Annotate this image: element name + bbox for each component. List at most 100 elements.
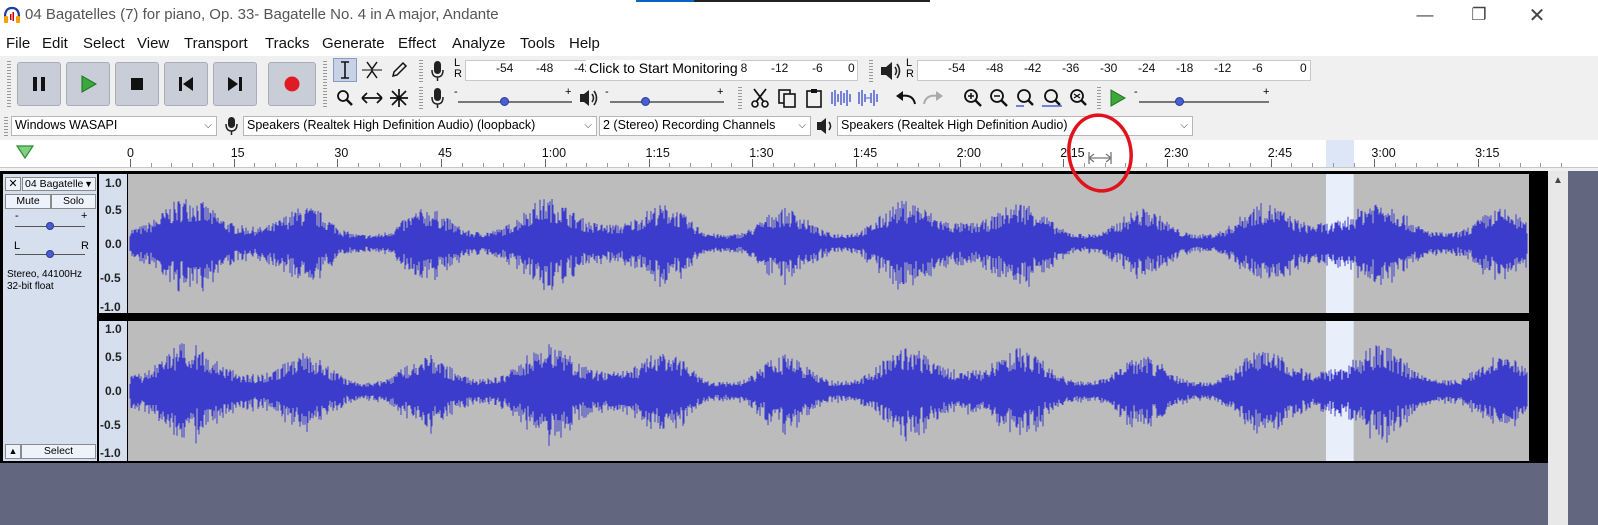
scale-label: -1.0 xyxy=(100,446,121,460)
ruler-tick-mark xyxy=(855,159,857,167)
paste-button[interactable] xyxy=(802,86,826,110)
skip-to-start-button[interactable] xyxy=(164,62,208,106)
menu-select[interactable]: Select xyxy=(83,35,125,52)
silence-audio-button[interactable] xyxy=(856,86,880,110)
audio-host-select[interactable]: Windows WASAPI ⌵ xyxy=(11,116,217,136)
recording-meter[interactable]: -54 -48 -42 18 -12 -6 0 Click to Start M… xyxy=(465,60,858,81)
gain-knob[interactable] xyxy=(46,222,54,230)
playback-device-select[interactable]: Speakers (Realtek High Definition Audio)… xyxy=(837,116,1193,136)
mixer-toolbar-grip[interactable] xyxy=(419,87,423,109)
ruler-minor-tick xyxy=(1395,163,1397,167)
audacity-logo-icon xyxy=(3,6,21,23)
timeline-ruler[interactable]: 0 15 30 45 1:00 1:15 1:30 1:45 2:00 2:15 2:30 2:45 3… xyxy=(0,140,1598,168)
vertical-scrollbar[interactable]: ▲ xyxy=(1548,171,1568,525)
play-at-speed-knob[interactable] xyxy=(1175,97,1184,106)
multi-tool-button[interactable] xyxy=(387,86,411,110)
pencil-icon xyxy=(391,61,408,78)
copy-icon xyxy=(778,89,796,108)
copy-button[interactable] xyxy=(775,86,799,110)
transport-toolbar-grip[interactable] xyxy=(7,61,11,107)
redo-button[interactable] xyxy=(921,86,945,110)
maximize-button[interactable]: ❐ xyxy=(1456,0,1502,30)
play-at-speed-grip[interactable] xyxy=(1097,87,1101,109)
gain-slider[interactable] xyxy=(15,222,85,230)
close-track-button[interactable]: ✕ xyxy=(5,177,21,191)
skip-to-end-button[interactable] xyxy=(213,62,257,106)
undo-button[interactable] xyxy=(894,86,918,110)
menu-edit[interactable]: Edit xyxy=(42,35,68,52)
silence-icon xyxy=(858,90,878,106)
zoom-tool-button[interactable] xyxy=(333,86,357,110)
edit-toolbar-grip[interactable] xyxy=(738,87,742,109)
trim-audio-button[interactable] xyxy=(829,86,853,110)
restore-icon: ❐ xyxy=(1471,5,1487,24)
zoom-toggle-button[interactable] xyxy=(1067,86,1091,110)
ruler-minor-tick xyxy=(503,163,505,167)
time-shift-tool-button[interactable] xyxy=(360,86,384,110)
start-monitoring-label[interactable]: Click to Start Monitoring xyxy=(586,60,741,76)
meter-tick: -42 xyxy=(1024,61,1042,75)
record-volume-slider[interactable] xyxy=(458,97,572,106)
record-button[interactable] xyxy=(268,62,316,106)
minimize-button[interactable]: — xyxy=(1402,0,1448,30)
zoom-out-button[interactable] xyxy=(987,86,1011,110)
ruler-minor-tick xyxy=(1021,163,1023,167)
vertical-scale-left-channel[interactable]: 1.0 0.5 0.0 -0.5 -1.0 xyxy=(99,174,127,314)
draw-tool-button[interactable] xyxy=(387,58,411,82)
selection-tool-button[interactable] xyxy=(333,58,357,82)
ruler-minor-tick xyxy=(192,163,194,167)
menu-tracks[interactable]: Tracks xyxy=(265,35,309,52)
ruler-minor-tick xyxy=(378,163,380,167)
pause-button[interactable] xyxy=(17,62,61,106)
trim-icon xyxy=(831,90,851,106)
envelope-tool-button[interactable] xyxy=(360,58,384,82)
fit-project-button[interactable] xyxy=(1040,86,1064,110)
ruler-minor-tick xyxy=(918,163,919,167)
record-meter-grip[interactable] xyxy=(419,60,423,84)
solo-button[interactable]: Solo xyxy=(51,194,96,209)
waveform-display[interactable] xyxy=(128,174,1529,461)
track-control-panel: ✕ 04 Bagatelle ▼ Mute Solo - + L R Stere… xyxy=(3,174,97,461)
cut-button[interactable] xyxy=(748,86,772,110)
meter-tick: -54 xyxy=(496,61,514,75)
pan-slider[interactable] xyxy=(15,250,85,258)
scroll-up-arrow-icon[interactable]: ▲ xyxy=(1553,175,1563,186)
recording-channels-select[interactable]: 2 (Stereo) Recording Channels ⌵ xyxy=(599,116,811,136)
select-track-button[interactable]: Select xyxy=(21,444,96,459)
ruler-minor-tick xyxy=(586,163,588,167)
menu-analyze[interactable]: Analyze xyxy=(452,35,505,52)
recording-device-select[interactable]: Speakers (Realtek High Definition Audio)… xyxy=(243,116,597,136)
zoom-in-button[interactable] xyxy=(961,86,985,110)
play-at-speed-button[interactable] xyxy=(1105,86,1129,110)
collapse-track-button[interactable]: ▲ xyxy=(5,444,21,459)
menu-view[interactable]: View xyxy=(137,35,169,52)
playback-meter-grip[interactable] xyxy=(869,60,873,84)
stop-button[interactable] xyxy=(115,62,159,106)
track-sample-rate: Stereo, 44100Hz xyxy=(7,269,83,280)
record-volume-knob[interactable] xyxy=(499,97,509,106)
ruler-tick-mark xyxy=(1270,159,1272,167)
playback-meter[interactable]: -54 -48 -42 -36 -30 -24 -18 -12 -6 0 xyxy=(917,60,1311,81)
play-at-speed-slider[interactable] xyxy=(1139,97,1269,106)
menu-help[interactable]: Help xyxy=(569,35,600,52)
menu-effect[interactable]: Effect xyxy=(398,35,436,52)
ruler-minor-tick xyxy=(1457,163,1459,167)
menu-tools[interactable]: Tools xyxy=(520,35,555,52)
scale-label: -0.5 xyxy=(100,271,121,285)
tools-toolbar-grip[interactable] xyxy=(323,61,327,107)
menu-file[interactable]: File xyxy=(6,35,30,52)
scale-label: 0.0 xyxy=(105,237,122,251)
play-button[interactable] xyxy=(66,62,110,106)
mute-button[interactable]: Mute xyxy=(5,194,51,209)
menu-generate[interactable]: Generate xyxy=(322,35,385,52)
device-toolbar-grip[interactable] xyxy=(4,117,8,137)
pan-knob[interactable] xyxy=(46,250,54,258)
fit-project-icon xyxy=(1042,89,1062,107)
menu-transport[interactable]: Transport xyxy=(184,35,248,52)
playback-volume-slider[interactable] xyxy=(610,97,724,106)
fit-selection-button[interactable] xyxy=(1013,86,1037,110)
close-window-button[interactable]: ✕ xyxy=(1514,0,1560,30)
vertical-scale-right-channel[interactable]: 1.0 0.5 0.0 -0.5 -1.0 xyxy=(99,321,127,461)
meter-tick: 0 xyxy=(848,61,855,75)
track-name-menu[interactable]: 04 Bagatelle ▼ xyxy=(22,177,96,191)
